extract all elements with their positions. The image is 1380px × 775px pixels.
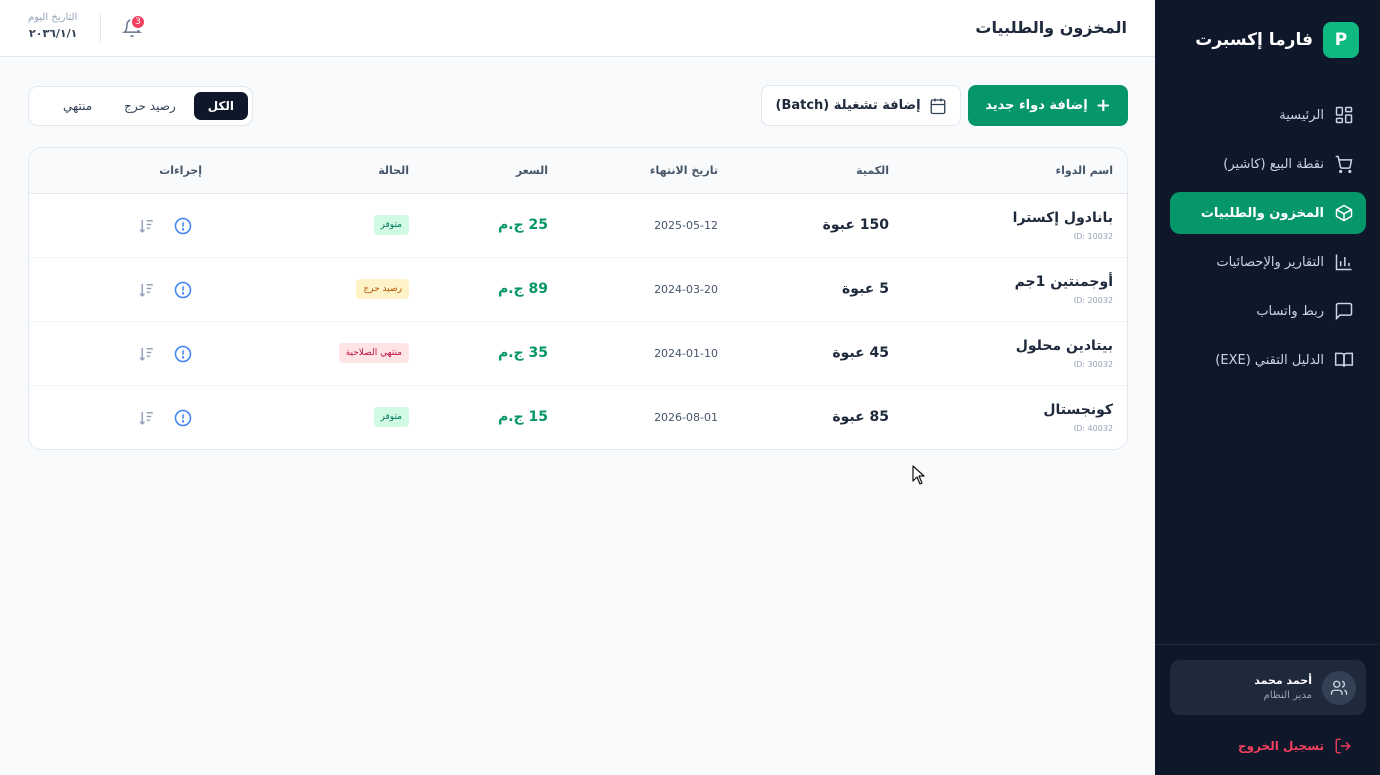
- info-icon[interactable]: [174, 345, 192, 363]
- sidebar-divider: [1155, 644, 1380, 645]
- column-expiry: تاريخ الانتهاء: [649, 164, 718, 177]
- calendar-icon: [930, 98, 945, 114]
- column-name: اسم الدواء: [1055, 164, 1113, 177]
- book-icon: [1334, 352, 1354, 367]
- header-divider: [100, 14, 101, 43]
- status-badge: رصيد حرج: [356, 279, 409, 299]
- sidebar-item-guide[interactable]: الدليل التقني (EXE): [1170, 339, 1366, 381]
- logout-icon: [1335, 738, 1351, 754]
- status-badge: منتهي الصلاحية: [338, 343, 409, 363]
- cart-icon: [1335, 155, 1353, 174]
- column-status: الحالة: [378, 164, 409, 177]
- mouse-cursor-icon: [912, 465, 925, 485]
- add-drug-button[interactable]: + إضافة دواء جديد: [968, 85, 1128, 126]
- drug-expiry: 2024-03-20: [654, 283, 718, 296]
- add-batch-label: إضافة تشغيلة (Batch): [775, 98, 921, 113]
- chart-icon: [1335, 254, 1352, 271]
- table-row[interactable]: أوجمنتين 1جم ID: 20032 5 عبوة 2024-03-20…: [29, 258, 1127, 322]
- table-row[interactable]: بانادول إكسترا ID: 10032 150 عبوة 2025-0…: [29, 194, 1127, 258]
- top-header: المخزون والطلبيات التاريخ اليوم ٢٠٣٦/١/١…: [0, 0, 1155, 57]
- dashboard-icon: [1335, 106, 1353, 124]
- status-badge: متوفر: [373, 407, 409, 427]
- sidebar-item-label: ربط واتساب: [1256, 303, 1324, 319]
- user-role: مدير النظام: [1263, 690, 1312, 701]
- box-icon: [1335, 204, 1353, 222]
- drug-id: ID: 20032: [1073, 296, 1113, 305]
- drug-id: ID: 40032: [1073, 424, 1113, 433]
- drug-quantity: 5 عبوة: [842, 281, 889, 297]
- drug-name: أوجمنتين 1جم: [1014, 274, 1113, 290]
- drug-id: ID: 30032: [1073, 360, 1113, 369]
- brand-name: فارما إكسبرت: [1195, 30, 1313, 50]
- table-row[interactable]: كونجستال ID: 40032 85 عبوة 2026-08-01 15…: [29, 386, 1127, 449]
- add-batch-button[interactable]: إضافة تشغيلة (Batch): [761, 85, 961, 126]
- drug-quantity: 150 عبوة: [822, 217, 889, 233]
- page-title: المخزون والطلبيات: [975, 18, 1127, 37]
- users-icon: [1330, 680, 1348, 695]
- drug-id: ID: 10032: [1073, 232, 1113, 241]
- filter-low-stock[interactable]: رصيد حرج: [110, 92, 190, 120]
- filter-all[interactable]: الكل: [193, 92, 248, 120]
- sort-icon[interactable]: [137, 345, 155, 363]
- sidebar-item-label: المخزون والطلبيات: [1200, 205, 1324, 221]
- sidebar-item-whatsapp[interactable]: ربط واتساب: [1170, 290, 1366, 332]
- column-actions: إجراءات: [159, 164, 202, 177]
- table-row[interactable]: بيتادين محلول ID: 30032 45 عبوة 2024-01-…: [29, 322, 1127, 386]
- user-info: أحمد محمد مدير النظام: [1254, 674, 1312, 701]
- info-icon[interactable]: [174, 409, 192, 427]
- brand-logo: P: [1323, 22, 1359, 58]
- drug-expiry: 2026-08-01: [654, 411, 718, 424]
- inventory-table: اسم الدواء الكمية تاريخ الانتهاء السعر ا…: [28, 147, 1128, 450]
- drug-name: بيتادين محلول: [1015, 338, 1113, 354]
- drug-quantity: 45 عبوة: [832, 345, 889, 361]
- drug-price: 35 ج.م: [497, 345, 548, 361]
- today-date: التاريخ اليوم ٢٠٣٦/١/١: [28, 12, 77, 40]
- plus-icon: +: [1095, 94, 1111, 116]
- sidebar-item-label: نقطة البيع (كاشير): [1223, 156, 1324, 172]
- sidebar-item-reports[interactable]: التقارير والإحصائيات: [1170, 241, 1366, 283]
- drug-price: 89 ج.م: [497, 281, 548, 297]
- sidebar-item-label: التقارير والإحصائيات: [1216, 254, 1324, 270]
- column-quantity: الكمية: [856, 164, 889, 177]
- status-filter: الكل رصيد حرج منتهي: [28, 86, 253, 126]
- sidebar-item-inventory[interactable]: المخزون والطلبيات: [1170, 192, 1366, 234]
- sort-icon[interactable]: [137, 409, 155, 427]
- table-header: اسم الدواء الكمية تاريخ الانتهاء السعر ا…: [29, 148, 1127, 194]
- drug-expiry: 2024-01-10: [654, 347, 718, 360]
- filter-expired[interactable]: منتهي: [49, 92, 106, 120]
- drug-name: بانادول إكسترا: [1012, 210, 1113, 226]
- drug-quantity: 85 عبوة: [832, 409, 889, 425]
- column-price: السعر: [515, 164, 548, 177]
- sidebar-nav: الرئيسية نقطة البيع (كاشير) المخزون والط…: [1170, 94, 1366, 388]
- sort-icon[interactable]: [137, 281, 155, 299]
- notification-badge: 3: [130, 14, 146, 30]
- brand: P فارما إكسبرت: [1195, 22, 1359, 58]
- sidebar-item-label: الرئيسية: [1279, 107, 1324, 123]
- info-icon[interactable]: [174, 217, 192, 235]
- drug-expiry: 2025-05-12: [654, 219, 718, 232]
- add-drug-label: إضافة دواء جديد: [985, 98, 1088, 113]
- info-icon[interactable]: [174, 281, 192, 299]
- logout-button[interactable]: تسجيل الخروج: [1238, 737, 1352, 755]
- status-badge: متوفر: [373, 215, 409, 235]
- sidebar-item-pos[interactable]: نقطة البيع (كاشير): [1170, 143, 1366, 185]
- user-name: أحمد محمد: [1254, 674, 1312, 687]
- sidebar-item-label: الدليل التقني (EXE): [1215, 352, 1324, 368]
- logout-label: تسجيل الخروج: [1238, 739, 1324, 753]
- sort-icon[interactable]: [137, 217, 155, 235]
- date-label: التاريخ اليوم: [28, 12, 78, 23]
- drug-price: 15 ج.م: [497, 409, 548, 425]
- avatar: [1322, 670, 1356, 705]
- user-card[interactable]: أحمد محمد مدير النظام: [1170, 660, 1366, 715]
- drug-name: كونجستال: [1043, 402, 1113, 418]
- message-icon: [1335, 302, 1353, 321]
- sidebar: P فارما إكسبرت الرئيسية نقطة البيع (كاشي…: [1155, 0, 1380, 775]
- date-value: ٢٠٣٦/١/١: [29, 27, 78, 40]
- sidebar-item-home[interactable]: الرئيسية: [1170, 94, 1366, 136]
- drug-price: 25 ج.م: [497, 217, 548, 233]
